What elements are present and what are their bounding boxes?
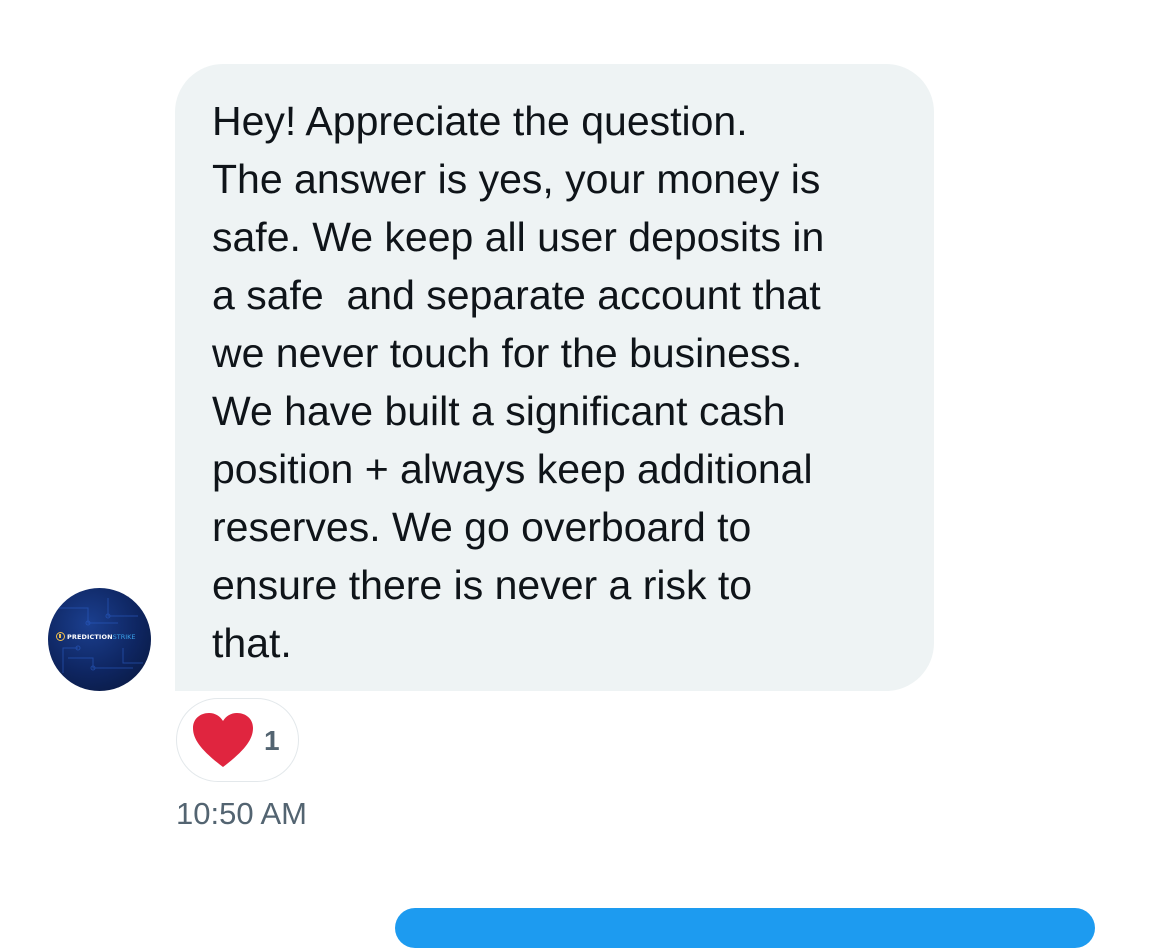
avatar[interactable]: PREDICTION STRIKE — [48, 588, 151, 691]
logo-text: PREDICTION — [67, 632, 113, 641]
lightning-icon — [56, 632, 65, 641]
reaction-count: 1 — [264, 725, 280, 756]
message-line: Hey! Appreciate the question. — [212, 98, 748, 144]
message-timestamp: 10:50 AM — [176, 796, 307, 831]
message-line: reserves. We go overboard to — [212, 504, 752, 550]
message-line: safe. We keep all user deposits in — [212, 214, 825, 260]
message-line: The answer is yes, your money is — [212, 156, 821, 202]
message-line: we never touch for the business. — [212, 330, 803, 376]
message-line: position + always keep additional — [212, 446, 813, 492]
heart-icon — [193, 713, 253, 767]
message-line: ensure there is never a risk to — [212, 562, 753, 608]
message-line: a safe and separate account that — [212, 272, 821, 318]
message-line: We have built a significant cash — [212, 388, 786, 434]
logo: PREDICTION STRIKE — [56, 632, 136, 641]
message-bubble[interactable]: Hey! Appreciate the question. The answer… — [175, 64, 934, 691]
logo-text: STRIKE — [112, 632, 136, 641]
reaction-button[interactable]: 1 — [176, 698, 299, 782]
message-line: that. — [212, 620, 292, 666]
next-message-bubble[interactable] — [395, 908, 1095, 948]
